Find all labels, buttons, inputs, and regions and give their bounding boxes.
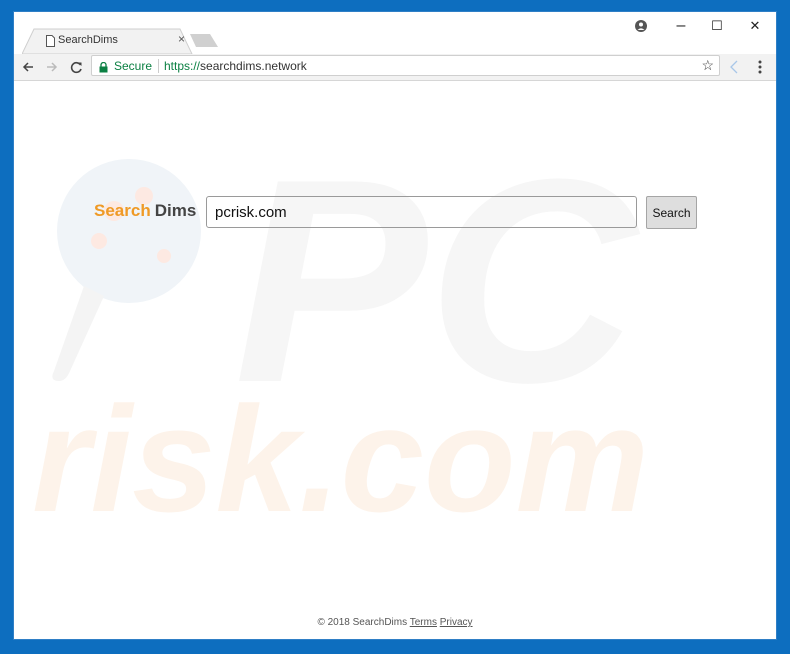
search-button[interactable]: Search bbox=[646, 196, 697, 229]
url-host: searchdims.network bbox=[200, 59, 307, 73]
menu-button[interactable] bbox=[750, 57, 770, 77]
terms-link[interactable]: Terms bbox=[410, 617, 437, 628]
search-input[interactable] bbox=[206, 196, 637, 228]
minimize-button[interactable]: – bbox=[666, 14, 696, 38]
new-tab-button[interactable] bbox=[190, 34, 220, 48]
reload-icon bbox=[70, 61, 82, 73]
address-bar[interactable]: Secure https://searchdims.network ☆ bbox=[91, 55, 720, 76]
arrow-left-icon bbox=[22, 62, 33, 72]
tab-close-icon[interactable]: × bbox=[178, 32, 185, 46]
browser-toolbar: Secure https://searchdims.network ☆ bbox=[14, 54, 776, 81]
lock-icon bbox=[99, 60, 108, 78]
arrow-right-icon bbox=[47, 62, 58, 72]
kebab-menu-icon bbox=[758, 60, 762, 74]
address-separator bbox=[158, 59, 159, 73]
back-button[interactable] bbox=[18, 57, 38, 77]
reload-button[interactable] bbox=[66, 57, 86, 77]
watermark-risk-text: risk.com bbox=[32, 375, 649, 543]
pcrisk-watermark: PC risk.com bbox=[32, 119, 649, 543]
page-icon bbox=[46, 34, 55, 52]
watermark-magnifier-handle bbox=[52, 286, 104, 381]
watermark-magnifier-lens bbox=[57, 159, 201, 303]
privacy-link[interactable]: Privacy bbox=[440, 617, 473, 628]
bookmark-star-icon[interactable]: ☆ bbox=[701, 57, 714, 74]
extension-back-icon[interactable] bbox=[724, 57, 744, 77]
footer: © 2018 SearchDims Terms Privacy bbox=[14, 617, 776, 628]
browser-tab[interactable]: SearchDims × bbox=[22, 28, 194, 54]
url-text[interactable]: https://searchdims.network bbox=[164, 59, 307, 73]
searchdims-logo: Search Dims bbox=[94, 201, 196, 221]
profile-icon[interactable] bbox=[626, 14, 656, 38]
copyright-text: © 2018 SearchDims bbox=[317, 617, 408, 628]
secure-label: Secure bbox=[114, 59, 153, 73]
logo-search-word: Search bbox=[94, 201, 151, 220]
logo-dims-word: Dims bbox=[154, 201, 197, 220]
forward-button[interactable] bbox=[42, 57, 62, 77]
title-bar: SearchDims × – ☐ ✕ bbox=[14, 12, 776, 54]
url-scheme: https:// bbox=[164, 59, 201, 73]
maximize-button[interactable]: ☐ bbox=[702, 14, 732, 38]
browser-window: SearchDims × – ☐ ✕ Secure https://search… bbox=[13, 11, 777, 640]
tab-title: SearchDims bbox=[58, 34, 118, 46]
page-content: PC risk.com SearchDims Search © 2018 Sea… bbox=[14, 81, 776, 639]
close-window-button[interactable]: ✕ bbox=[740, 14, 770, 38]
